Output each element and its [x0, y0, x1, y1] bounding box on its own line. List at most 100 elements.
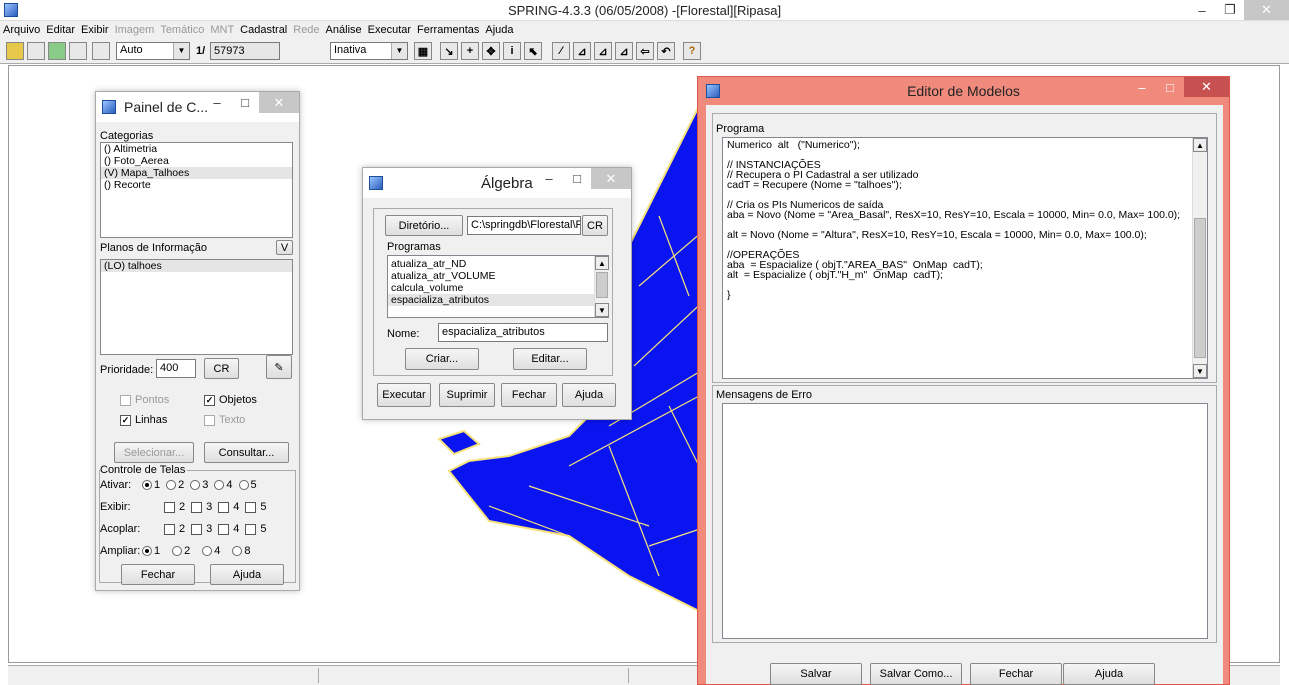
menu-item-executar[interactable]: Executar — [365, 24, 414, 36]
ativar-3[interactable]: 3 — [190, 479, 208, 491]
info-icon[interactable]: i — [503, 42, 521, 60]
zoom-mode-select[interactable]: Auto ▼ — [116, 42, 190, 60]
minimize-icon[interactable]: – — [1188, 0, 1216, 20]
programas-scrollbar[interactable]: ▲ ▼ — [594, 256, 609, 317]
minimize-icon[interactable]: – — [203, 92, 231, 113]
close-icon[interactable]: ✕ — [1244, 0, 1289, 20]
acoplar-4[interactable]: 4 — [218, 523, 239, 535]
scroll-down-icon[interactable]: ▼ — [1193, 364, 1207, 378]
chk-linhas[interactable]: ✓ Linhas — [120, 414, 167, 426]
scale-input[interactable]: 57973 — [210, 42, 280, 60]
ativar-5[interactable]: 5 — [238, 479, 257, 491]
layers-icon[interactable] — [48, 42, 66, 60]
scroll-up-icon[interactable]: ▲ — [1193, 138, 1207, 152]
acoplar-2[interactable]: 2 — [164, 523, 185, 535]
back-icon[interactable]: ⇦ — [636, 42, 654, 60]
nome-input[interactable]: espacializa_atributos — [438, 323, 608, 342]
close-icon[interactable]: ✕ — [259, 92, 299, 113]
list-item[interactable]: () Altimetria — [101, 143, 292, 155]
chk-texto[interactable]: Texto — [204, 414, 245, 426]
scroll-down-icon[interactable]: ▼ — [595, 303, 609, 317]
acoplar-5[interactable]: 5 — [245, 523, 267, 535]
list-item[interactable]: () Recorte — [101, 179, 292, 191]
salvar-como-button[interactable]: Salvar Como... — [870, 663, 962, 685]
maximize-icon[interactable]: □ — [563, 168, 591, 189]
programa-scrollbar[interactable]: ▲ ▼ — [1192, 138, 1207, 378]
prioridade-input[interactable]: 400 — [156, 359, 196, 378]
edit-polygon-icon[interactable]: ⊿ — [594, 42, 612, 60]
scroll-thumb[interactable] — [1194, 218, 1206, 358]
list-item[interactable]: () Foto_Aerea — [101, 155, 292, 167]
painel-ajuda-button[interactable]: Ajuda — [210, 564, 284, 585]
menu-item-rede[interactable]: Rede — [290, 24, 322, 36]
categorias-list[interactable]: () Altimetria() Foto_Aerea (V) Mapa_Talho… — [100, 142, 293, 238]
select-tool-icon[interactable]: ↘ — [440, 42, 458, 60]
erro-messages-box[interactable] — [722, 403, 1208, 639]
menu-item-ajuda[interactable]: Ajuda — [482, 24, 516, 36]
database-icon[interactable] — [6, 42, 24, 60]
prioridade-cr-button[interactable]: CR — [204, 358, 239, 379]
exibir-2[interactable]: 2 — [164, 501, 185, 513]
acoplar-3[interactable]: 3 — [191, 523, 212, 535]
menu-item-ferramentas[interactable]: Ferramentas — [414, 24, 482, 36]
ativar-4[interactable]: 4 — [214, 479, 233, 491]
scroll-thumb[interactable] — [596, 272, 608, 298]
edit-color-icon[interactable]: ✎ — [266, 355, 292, 379]
chk-pontos[interactable]: Pontos — [120, 394, 169, 406]
exibir-3[interactable]: 3 — [191, 501, 212, 513]
ampliar-8[interactable]: 8 — [232, 545, 251, 557]
consultar-button[interactable]: Consultar... — [204, 442, 289, 463]
menu-item-mnt[interactable]: MNT — [207, 24, 237, 36]
painel-fechar-button[interactable]: Fechar — [121, 564, 195, 585]
map-view-icon[interactable] — [92, 42, 110, 60]
status-select[interactable]: Inativa ▼ — [330, 42, 408, 60]
diretorio-path-input[interactable]: C:\springdb\Florestal\P — [467, 216, 581, 235]
planos-visible-button[interactable]: V — [276, 240, 293, 255]
menu-item-análise[interactable]: Análise — [323, 24, 365, 36]
ampliar-2[interactable]: 2 — [172, 545, 190, 557]
planos-list[interactable]: (LO) talhoes — [100, 259, 293, 355]
algebra-fechar-button[interactable]: Fechar — [501, 383, 557, 407]
list-item[interactable]: (V) Mapa_Talhoes — [101, 167, 292, 179]
programas-list[interactable]: atualiza_atr_ND atualiza_atr_VOLUME calcul… — [387, 255, 609, 318]
draw-icon[interactable] — [69, 42, 87, 60]
editor-ajuda-button[interactable]: Ajuda — [1063, 663, 1155, 685]
exibir-5[interactable]: 5 — [245, 501, 267, 513]
minimize-icon[interactable]: – — [535, 168, 563, 189]
ampliar-1[interactable]: 1 — [142, 545, 160, 557]
list-item[interactable]: atualiza_atr_ND — [388, 258, 608, 270]
list-item[interactable]: atualiza_atr_VOLUME — [388, 270, 608, 282]
maximize-icon[interactable]: □ — [231, 92, 259, 113]
edit-line-icon[interactable]: ∕ — [552, 42, 570, 60]
scroll-up-icon[interactable]: ▲ — [595, 256, 609, 270]
salvar-button[interactable]: Salvar — [770, 663, 862, 685]
menu-item-exibir[interactable]: Exibir — [78, 24, 112, 36]
list-item[interactable]: (LO) talhoes — [101, 260, 292, 272]
zoom-in-icon[interactable]: + — [461, 42, 479, 60]
selecionar-button[interactable]: Selecionar... — [114, 442, 194, 463]
menu-item-temático[interactable]: Temático — [157, 24, 207, 36]
diretorio-button[interactable]: Diretório... — [385, 215, 463, 236]
ampliar-4[interactable]: 4 — [202, 545, 220, 557]
list-item[interactable]: calcula_volume — [388, 282, 608, 294]
close-icon[interactable]: ✕ — [591, 168, 631, 189]
undo-icon[interactable]: ↶ — [657, 42, 675, 60]
project-icon[interactable] — [27, 42, 45, 60]
criar-button[interactable]: Criar... — [405, 348, 479, 370]
programa-code-editor[interactable]: Numerico alt ("Numerico");// INSTANCIAÇÕ… — [722, 137, 1208, 379]
editar-button[interactable]: Editar... — [513, 348, 587, 370]
algebra-ajuda-button[interactable]: Ajuda — [562, 383, 616, 407]
edit-node-icon[interactable]: ⊿ — [573, 42, 591, 60]
chk-objetos[interactable]: ✓ Objetos — [204, 394, 257, 406]
suprimir-button[interactable]: Suprimir — [439, 383, 495, 407]
exibir-4[interactable]: 4 — [218, 501, 239, 513]
menu-item-imagem[interactable]: Imagem — [112, 24, 158, 36]
menu-item-arquivo[interactable]: Arquivo — [0, 24, 43, 36]
cursor-icon[interactable]: ⬉ — [524, 42, 542, 60]
diretorio-cr-button[interactable]: CR — [582, 215, 608, 236]
menu-item-editar[interactable]: Editar — [43, 24, 78, 36]
close-icon[interactable]: ✕ — [1184, 77, 1229, 97]
restore-icon[interactable]: ❐ — [1216, 0, 1244, 20]
menu-item-cadastral[interactable]: Cadastral — [237, 24, 290, 36]
maximize-icon[interactable]: □ — [1156, 77, 1184, 97]
